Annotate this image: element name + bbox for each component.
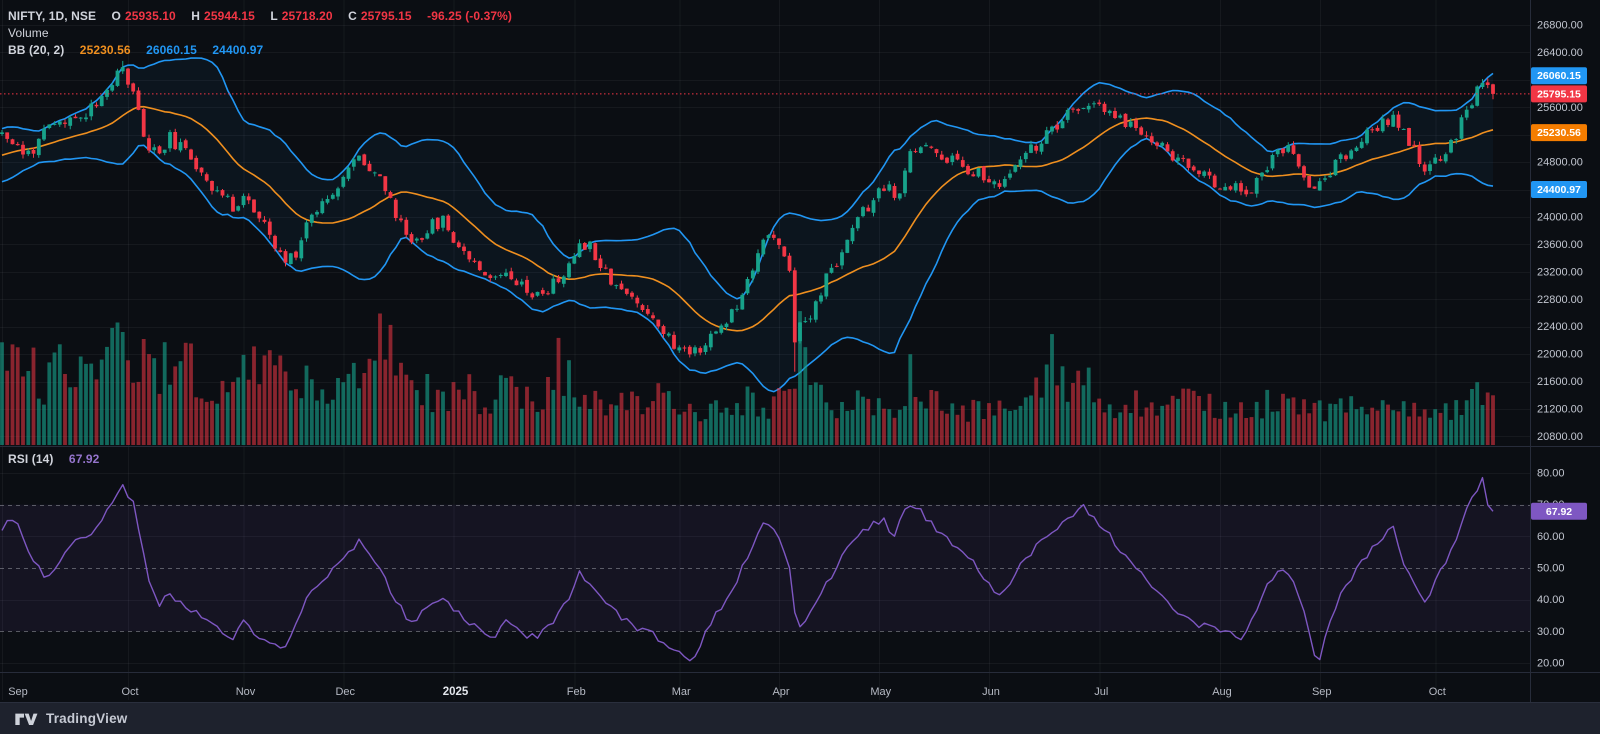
- main-price-pane[interactable]: [0, 0, 1530, 446]
- rsi-pane[interactable]: [0, 447, 1530, 672]
- price-axis-area[interactable]: [1531, 0, 1600, 702]
- tradingview-brand[interactable]: TradingView: [46, 711, 127, 726]
- chart-canvas[interactable]: 26800.0026400.0026000.0025600.0025200.00…: [0, 0, 1600, 702]
- tradingview-chart-app: 26800.0026400.0026000.0025600.0025200.00…: [0, 0, 1600, 734]
- bottom-toolbar: TradingView: [0, 702, 1600, 734]
- time-axis-area[interactable]: [0, 673, 1530, 702]
- tradingview-logo-icon[interactable]: [14, 711, 38, 727]
